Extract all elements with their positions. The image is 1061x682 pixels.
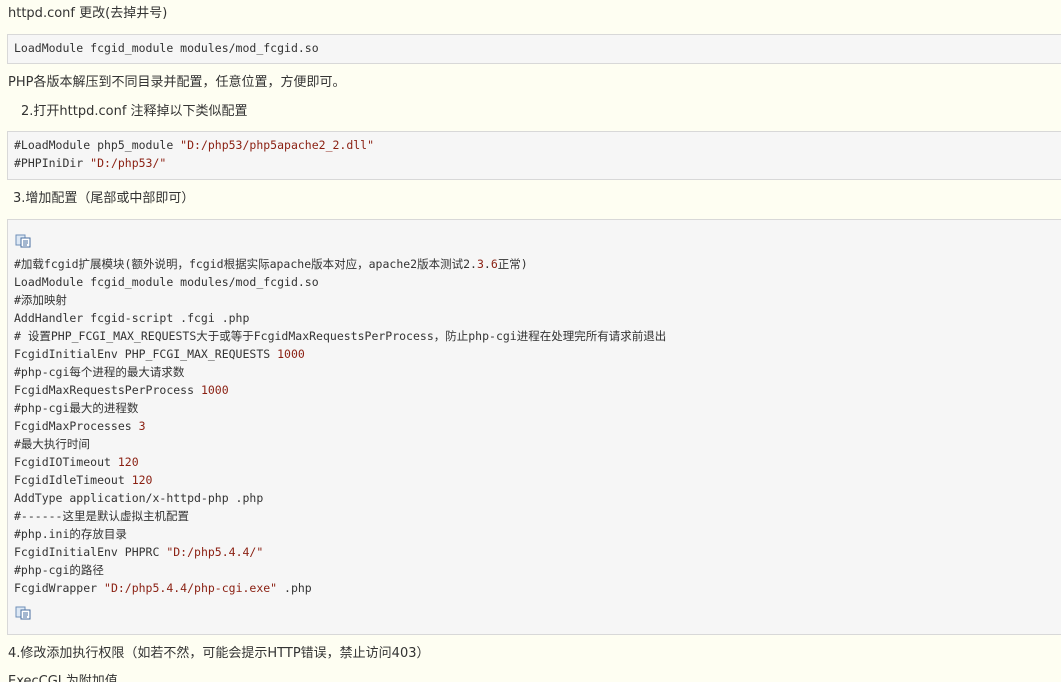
code-line: #php-cgi每个进程的最大请求数 <box>14 365 185 379</box>
code-string: "D:/php53/" <box>90 156 167 170</box>
code-text: #加载fcgid扩展模块(额外说明，fcgid根据实际apache版本对应，ap… <box>14 257 477 271</box>
php-note: PHP各版本解压到不同目录并配置，任意位置，方便即可。 <box>8 75 346 90</box>
step3-heading: 3.增加配置（尾部或中部即可） <box>13 191 195 206</box>
code-line: AddHandler fcgid-script .fcgi .php <box>14 311 250 325</box>
code-line: LoadModule fcgid_module modules/mod_fcgi… <box>14 41 319 55</box>
code-text: . <box>483 257 491 271</box>
code-text: FcgidIdleTimeout <box>14 473 132 487</box>
code-line: # 设置PHP_FCGI_MAX_REQUESTS大于或等于FcgidMaxRe… <box>14 329 667 343</box>
code-number: 120 <box>117 455 139 469</box>
code-line: FcgidInitialEnv PHPRC "D:/php5.4.4/" <box>14 543 263 561</box>
copy-icon[interactable] <box>15 606 31 620</box>
code-number: 120 <box>131 473 153 487</box>
code-line: FcgidMaxProcesses 3 <box>14 417 146 435</box>
step4-heading: 4.修改添加执行权限（如若不然，可能会提示HTTP错误，禁止访问403） <box>8 646 430 661</box>
code-string: "D:/php5.4.4/" <box>166 545 264 559</box>
code-text: 正常) <box>497 257 528 271</box>
copy-icon[interactable] <box>15 234 31 248</box>
code-line: #php-cgi的路径 <box>14 563 104 577</box>
code-line: AddType application/x-httpd-php .php <box>14 491 264 505</box>
code-line: #LoadModule php5_module "D:/php53/php5ap… <box>14 136 374 154</box>
code-line: FcgidIdleTimeout 120 <box>14 471 152 489</box>
code-line: FcgidIOTimeout 120 <box>14 453 139 471</box>
code-text: FcgidMaxRequestsPerProcess <box>14 383 201 397</box>
code-text: FcgidInitialEnv PHPRC <box>14 545 167 559</box>
code-line: #php-cgi最大的进程数 <box>14 401 139 415</box>
code-string: "D:/php53/php5apache2_2.dll" <box>180 138 375 152</box>
intro-heading: httpd.conf 更改(去掉井号) <box>8 6 168 21</box>
code-number: 6 <box>490 257 498 271</box>
code-text: .php <box>277 581 312 595</box>
code-string: "D:/php5.4.4/php-cgi.exe" <box>104 581 278 595</box>
tail-line: ExecCGI 为附加值 <box>8 674 118 682</box>
step2-heading: 2.打开httpd.conf 注释掉以下类似配置 <box>21 104 248 119</box>
code-line: FcgidInitialEnv PHP_FCGI_MAX_REQUESTS 10… <box>14 345 305 363</box>
code-text: FcgidMaxProcesses <box>14 419 139 433</box>
code-text: #PHPIniDir <box>14 156 91 170</box>
code-number: 1000 <box>200 383 229 397</box>
code-line: #------这里是默认虚拟主机配置 <box>14 509 189 523</box>
code-number: 3 <box>476 257 484 271</box>
code-text: FcgidWrapper <box>14 581 105 595</box>
code-line: #添加映射 <box>14 293 67 307</box>
code-text: FcgidIOTimeout <box>14 455 118 469</box>
code-line: FcgidWrapper "D:/php5.4.4/php-cgi.exe" .… <box>14 579 312 597</box>
code-line: #加载fcgid扩展模块(额外说明，fcgid根据实际apache版本对应，ap… <box>14 255 528 273</box>
code-line: #php.ini的存放目录 <box>14 527 127 541</box>
code-text: FcgidInitialEnv PHP_FCGI_MAX_REQUESTS <box>14 347 278 361</box>
code-text: #LoadModule php5_module <box>14 138 181 152</box>
code-line: FcgidMaxRequestsPerProcess 1000 <box>14 381 229 399</box>
code-number: 1000 <box>277 347 305 361</box>
code-line: LoadModule fcgid_module modules/mod_fcgi… <box>14 275 319 289</box>
code-number: 3 <box>138 419 146 433</box>
code-line: #最大执行时间 <box>14 437 90 451</box>
code-line: #PHPIniDir "D:/php53/" <box>14 154 166 172</box>
